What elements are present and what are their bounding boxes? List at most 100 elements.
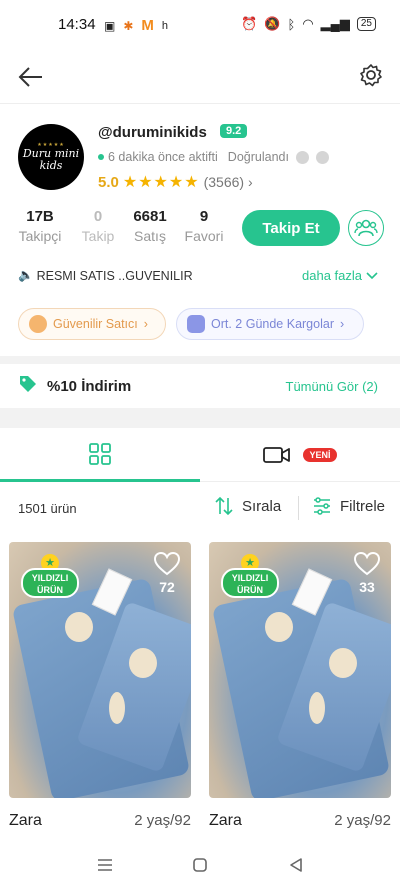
score-badge: 9.2 <box>220 124 248 138</box>
toolbar-divider <box>298 496 299 520</box>
stat-value: 9 <box>199 208 209 225</box>
product-brand: Zara <box>9 812 42 829</box>
more-label: daha fazla <box>302 268 362 283</box>
badge-line: ÜRÜN <box>237 585 263 595</box>
chevron-right-icon: › <box>143 317 148 331</box>
online-dot-icon <box>98 154 104 160</box>
wifi-icon: ◠ <box>302 16 314 31</box>
discount-label: %10 İndirim <box>47 378 132 395</box>
trusted-seller-chip[interactable]: Güvenilir Satıcı › <box>18 308 166 340</box>
star-rating-icon: ★★★★★ <box>122 174 200 191</box>
filter-button[interactable]: Filtrele <box>312 496 385 516</box>
active-status: 6 dakika önce aktifti <box>108 150 218 164</box>
rating-value: 5.0 <box>98 173 119 191</box>
grid-icon <box>89 442 111 465</box>
system-nav-bar <box>0 848 400 888</box>
description-text: RESMI SATIS ..GUVENILIR <box>36 268 193 283</box>
stat-following[interactable]: 0 Takip <box>78 208 118 244</box>
stats-row: 17B Takipçi 0 Takip 6681 Satış 9 Favori <box>0 208 230 252</box>
video-camera-icon <box>263 447 291 463</box>
phone-icon <box>315 150 329 164</box>
chip-label: Ort. 2 Günde Kargolar <box>211 317 334 331</box>
bluetooth-icon: ᛒ <box>287 16 296 32</box>
stat-value: 0 <box>93 208 103 225</box>
content-tabs: YENİ <box>0 428 400 482</box>
sort-button[interactable]: Sırala <box>214 496 281 516</box>
sort-icon <box>215 496 233 516</box>
chevron-right-icon: › <box>248 174 253 190</box>
stat-label: Favori <box>184 228 224 244</box>
chip-label: Güvenilir Satıcı <box>53 317 138 331</box>
m-app-icon: M <box>141 17 154 34</box>
back-arrow-icon[interactable] <box>16 62 46 92</box>
alarm-icon: ⏰ <box>241 16 258 31</box>
stat-value: 17B <box>26 208 54 225</box>
rating[interactable]: 5.0 ★★★★★ (3566) › <box>98 172 253 192</box>
rating-count: (3566) <box>203 174 245 190</box>
heart-icon <box>153 551 181 576</box>
more-button[interactable]: daha fazla <box>302 268 378 283</box>
back-triangle-icon[interactable] <box>287 856 305 874</box>
stat-label: Takipçi <box>18 228 62 244</box>
avatar-logo-text: Duru mini kids <box>22 147 80 172</box>
discount-row[interactable]: %10 İndirim Tümünü Gör (2) <box>0 364 400 408</box>
menu-icon[interactable] <box>96 856 114 874</box>
stat-label: Satış <box>134 228 166 244</box>
verified-label: Doğrulandı <box>227 150 289 164</box>
settings-gear-icon[interactable] <box>358 62 384 88</box>
notification-icons: ▣ ✱ M h <box>104 17 168 34</box>
favorite-button[interactable]: 72 <box>153 551 181 595</box>
status-bar: 14:34 ▣ ✱ M h ⏰ 🔕 ᛒ ◠ ▂▄▆ 25 <box>0 0 400 50</box>
product-image[interactable]: ★ YILDIZLI ÜRÜN 33 <box>209 542 391 798</box>
product-card[interactable]: ★ YILDIZLI ÜRÜN 33 Zara 2 yaş/92 <box>209 542 391 830</box>
teddy-bear-shape <box>65 612 93 642</box>
badge-line: ÜRÜN <box>37 585 63 595</box>
product-size: 2 yaş/92 <box>134 812 191 829</box>
favorite-count: 33 <box>359 579 375 595</box>
product-image[interactable]: ★ YILDIZLI ÜRÜN 72 <box>9 542 191 798</box>
favorite-count: 72 <box>159 579 175 595</box>
stat-value: 6681 <box>133 208 167 225</box>
teddy-bear-shape <box>265 612 293 642</box>
filter-label: Filtrele <box>340 497 386 515</box>
section-divider <box>0 356 400 364</box>
starred-product-badge: ★ YILDIZLI ÜRÜN <box>21 554 79 598</box>
community-button[interactable] <box>348 210 384 246</box>
username: @duruminikids <box>98 124 207 141</box>
product-grid: ★ YILDIZLI ÜRÜN 72 Zara 2 yaş/92 ★ YILDI… <box>0 534 400 848</box>
favorite-button[interactable]: 33 <box>353 551 381 595</box>
discount-tag-icon <box>20 376 36 392</box>
product-size: 2 yaş/92 <box>334 812 391 829</box>
speaker-icon: 🔈 <box>18 268 34 282</box>
tab-products[interactable] <box>0 428 200 482</box>
shipping-icon <box>187 315 205 333</box>
avatar: ★★★★★ Duru mini kids <box>18 124 84 190</box>
follow-button[interactable]: Takip Et <box>242 210 340 246</box>
seller-profile: ★★★★★ Duru mini kids @duruminikids 9.2 6… <box>0 104 400 356</box>
system-icons: ⏰ 🔕 ᛒ ◠ ▂▄▆ 25 <box>241 16 376 32</box>
flower-icon: ✱ <box>123 18 134 33</box>
badge-line: YILDIZLI <box>31 573 69 583</box>
h-app-icon: h <box>161 19 169 32</box>
teddy-bear-shape <box>129 648 157 678</box>
new-badge: YENİ <box>303 448 337 462</box>
badge-line: YILDIZLI <box>231 573 269 583</box>
section-divider <box>0 408 400 428</box>
home-square-icon[interactable] <box>191 856 209 874</box>
product-card[interactable]: ★ YILDIZLI ÜRÜN 72 Zara 2 yaş/92 <box>9 542 191 830</box>
battery-icon: 25 <box>356 17 376 31</box>
stat-favorites: 9 Favori <box>180 208 228 244</box>
mail-icon <box>295 150 309 164</box>
chevron-right-icon: › <box>339 317 345 331</box>
shipping-chip[interactable]: Ort. 2 Günde Kargolar › <box>176 308 364 340</box>
see-all-link[interactable]: Tümünü Gör (2) <box>286 379 378 394</box>
sort-label: Sırala <box>242 497 282 515</box>
product-brand: Zara <box>209 812 242 829</box>
signal-icon: ▂▄▆ <box>320 16 350 31</box>
stat-followers[interactable]: 17B Takipçi <box>14 208 66 244</box>
stat-sales: 6681 Satış <box>128 208 172 244</box>
tab-videos[interactable]: YENİ <box>200 428 400 482</box>
starred-product-badge: ★ YILDIZLI ÜRÜN <box>221 554 279 598</box>
teddy-bear-shape <box>109 692 125 724</box>
teddy-bear-shape <box>309 692 325 724</box>
